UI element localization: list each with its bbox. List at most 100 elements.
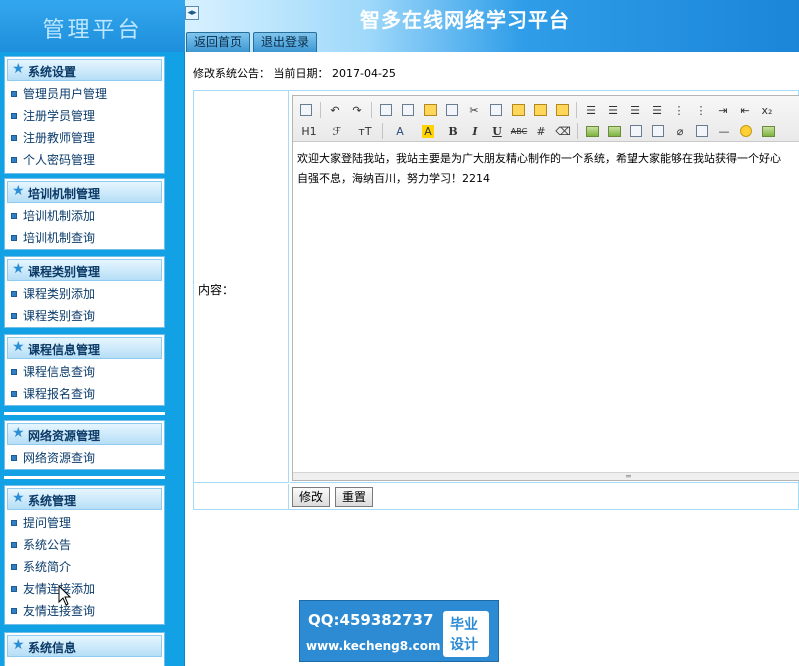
sidebar-item-announcement[interactable]: 系统公告 — [5, 534, 164, 556]
flash-icon[interactable] — [627, 122, 645, 140]
star-icon: ★ — [12, 261, 25, 277]
bullet-icon — [11, 520, 17, 526]
hr-icon[interactable]: — — [715, 122, 733, 140]
template-icon[interactable] — [421, 101, 439, 119]
paste-text-icon[interactable] — [531, 101, 549, 119]
font-size-dropdown[interactable]: тT — [353, 122, 377, 140]
star-icon: ★ — [12, 61, 25, 77]
toolbar-separator — [371, 102, 372, 118]
sidebar-group-course-info: ★ 课程信息管理 课程信息查询 课程报名查询 — [4, 334, 165, 406]
sidebar-item-category-add[interactable]: 课程类别添加 — [5, 283, 164, 305]
watermark-qq: QQ:459382737 — [308, 611, 434, 629]
align-center-icon[interactable]: ☰ — [604, 101, 622, 119]
align-left-icon[interactable]: ☰ — [582, 101, 600, 119]
sidebar-item-students[interactable]: 注册学员管理 — [5, 105, 164, 127]
sidebar-item-link-query[interactable]: 友情连接查询 — [5, 600, 164, 622]
sidebar-item-course-query[interactable]: 课程信息查询 — [5, 361, 164, 383]
group-header[interactable]: ★ 课程类别管理 — [7, 259, 162, 281]
multi-image-icon[interactable] — [605, 122, 623, 140]
bold-button[interactable]: B — [444, 122, 462, 140]
date-label: 当前日期： — [273, 67, 329, 80]
emoticon-icon[interactable] — [737, 122, 755, 140]
group-title: 网络资源管理 — [28, 429, 101, 443]
media-icon[interactable] — [649, 122, 667, 140]
strikethrough-button[interactable]: ABC — [510, 122, 528, 140]
group-title: 培训机制管理 — [28, 187, 101, 201]
ordered-list-icon[interactable]: ⋮ — [670, 101, 688, 119]
preview-icon[interactable] — [377, 101, 395, 119]
toggle-sidebar-icon[interactable]: ◂▸ — [185, 6, 199, 20]
font-color-dropdown[interactable]: A — [388, 122, 412, 140]
item-label: 个人密码管理 — [23, 153, 96, 167]
image-icon[interactable] — [583, 122, 601, 140]
italic-button[interactable]: I — [466, 122, 484, 140]
align-justify-icon[interactable]: ☰ — [648, 101, 666, 119]
editor-resize-bar[interactable]: ═ — [293, 472, 799, 481]
content-line-2: 自强不息，海纳百川，努力学习！2214 — [297, 172, 490, 185]
table-icon[interactable] — [693, 122, 711, 140]
editor-cell: ↶ ↷ ✂ ☰ ☰ ☰ ☰ ⋮ ⋮ ⇥ ⇤ x₂ H1 ℱ тT A A B I… — [290, 91, 799, 483]
sidebar-item-training-query[interactable]: 培训机制查询 — [5, 227, 164, 249]
sidebar-item-teachers[interactable]: 注册教师管理 — [5, 127, 164, 149]
watermark: QQ:459382737 www.kecheng8.com 毕业 设计 — [299, 600, 499, 662]
label-cell: 内容： — [194, 91, 289, 483]
star-icon: ★ — [12, 339, 25, 355]
mouse-cursor-icon — [58, 585, 72, 606]
sidebar-item-training-add[interactable]: 培训机制添加 — [5, 205, 164, 227]
star-icon: ★ — [12, 490, 25, 506]
attachment-icon[interactable]: ⌀ — [671, 122, 689, 140]
paste-icon[interactable] — [509, 101, 527, 119]
group-header[interactable]: ★ 课程信息管理 — [7, 337, 162, 359]
sidebar-item-enroll-query[interactable]: 课程报名查询 — [5, 383, 164, 405]
star-icon: ★ — [12, 425, 25, 441]
subscript-icon[interactable]: x₂ — [758, 101, 776, 119]
sidebar-item-admin-users[interactable]: 管理员用户管理 — [5, 83, 164, 105]
notice-header: 修改系统公告： 当前日期： 2017-04-25 — [193, 65, 396, 81]
font-family-dropdown[interactable]: ℱ — [325, 122, 349, 140]
group-header[interactable]: ★ 系统设置 — [7, 59, 162, 81]
sidebar-item-intro[interactable]: 系统简介 — [5, 556, 164, 578]
group-header[interactable]: ★ 系统信息 — [7, 635, 162, 657]
eraser-icon[interactable]: ⌫ — [554, 122, 572, 140]
bullet-icon — [11, 91, 17, 97]
code-icon[interactable] — [443, 101, 461, 119]
button-row-label — [194, 484, 289, 510]
redo-icon[interactable]: ↷ — [348, 101, 366, 119]
indent-icon[interactable]: ⇥ — [714, 101, 732, 119]
bullet-icon — [11, 542, 17, 548]
sidebar-group-system-settings: ★ 系统设置 管理员用户管理 注册学员管理 注册教师管理 个人密码管理 — [4, 56, 165, 174]
editor-content[interactable]: 欢迎大家登陆我站，我站主要是为广大朋友精心制作的一个系统，希望大家能够在我站获得… — [293, 143, 799, 473]
unordered-list-icon[interactable]: ⋮ — [692, 101, 710, 119]
sidebar-item-category-query[interactable]: 课程类别查询 — [5, 305, 164, 327]
site-title: 智多在线网络学习平台 — [360, 8, 570, 32]
source-icon[interactable] — [297, 101, 315, 119]
reset-button[interactable]: 重置 — [335, 487, 374, 507]
announcement-form: 内容： ↶ ↷ ✂ ☰ ☰ ☰ ☰ ⋮ ⋮ ⇥ ⇤ x₂ H1 ℱ тT A A… — [193, 90, 799, 510]
group-header[interactable]: ★ 网络资源管理 — [7, 423, 162, 445]
bg-color-dropdown[interactable]: A — [416, 122, 440, 140]
group-header[interactable]: ★ 培训机制管理 — [7, 181, 162, 203]
heading-dropdown[interactable]: H1 — [297, 122, 321, 140]
home-tab[interactable]: 返回首页 — [186, 32, 251, 52]
sidebar-item-questions[interactable]: 提问管理 — [5, 512, 164, 534]
resize-grip-icon: ═ — [626, 472, 631, 481]
group-header[interactable]: ★ 系统管理 — [7, 488, 162, 510]
sidebar-item-password[interactable]: 个人密码管理 — [5, 149, 164, 171]
underline-button[interactable]: U — [488, 122, 506, 140]
align-right-icon[interactable]: ☰ — [626, 101, 644, 119]
table-grid-icon[interactable]: # — [532, 122, 550, 140]
logout-tab[interactable]: 退出登录 — [253, 32, 318, 52]
print-icon[interactable] — [399, 101, 417, 119]
undo-icon[interactable]: ↶ — [326, 101, 344, 119]
outdent-icon[interactable]: ⇤ — [736, 101, 754, 119]
logo-area: 管理平台 — [0, 0, 185, 52]
bullet-icon — [11, 313, 17, 319]
copy-icon[interactable] — [487, 101, 505, 119]
sidebar-item-link-add[interactable]: 友情连接添加 — [5, 578, 164, 600]
cut-icon[interactable]: ✂ — [465, 101, 483, 119]
modify-button[interactable]: 修改 — [292, 487, 331, 507]
content-line-1: 欢迎大家登陆我站，我站主要是为广大朋友精心制作的一个系统，希望大家能够在我站获得… — [297, 152, 781, 165]
image-manager-icon[interactable] — [759, 122, 777, 140]
paste-word-icon[interactable] — [553, 101, 571, 119]
sidebar-item-resource-query[interactable]: 网络资源查询 — [5, 447, 164, 469]
